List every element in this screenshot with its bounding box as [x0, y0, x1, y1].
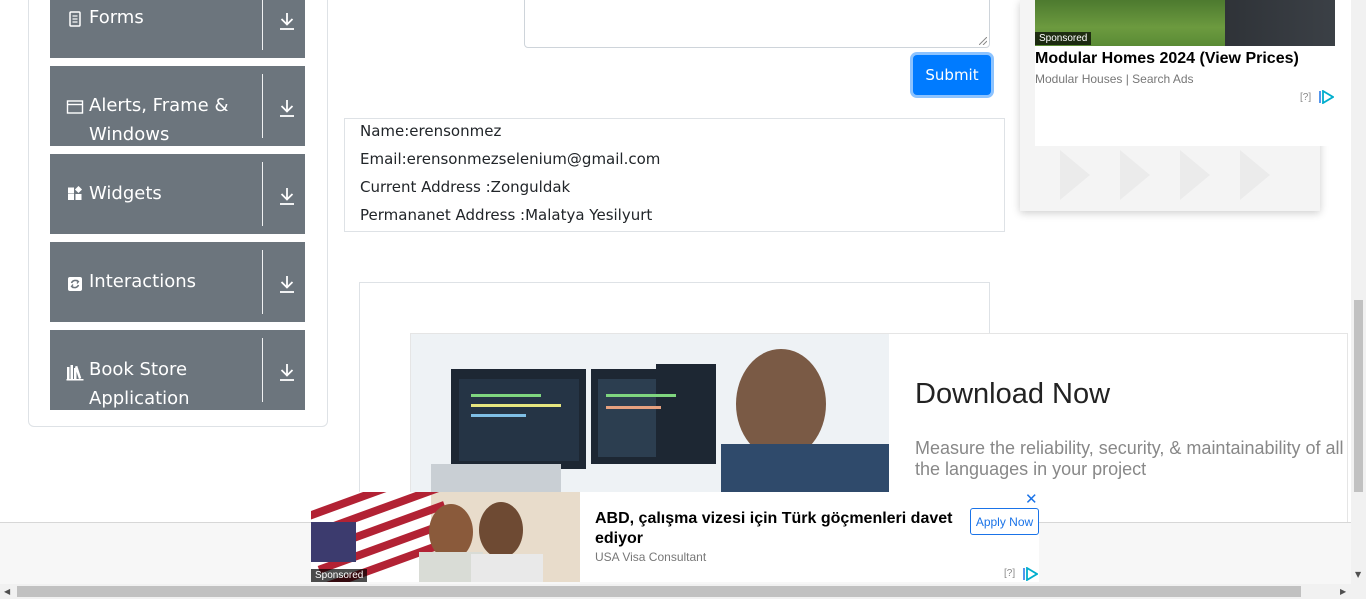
output-name: Name:erensonmez [360, 122, 502, 140]
sponsored-label: Sponsored [311, 569, 368, 582]
output-box: Name:erensonmez Email:erensonmezselenium… [344, 118, 1005, 232]
divider [262, 0, 263, 50]
download-icon[interactable] [278, 362, 296, 382]
widgets-icon [68, 186, 83, 200]
interactions-icon [68, 277, 82, 291]
download-icon[interactable] [278, 11, 296, 31]
sidebar-item-label: Book Store Application [89, 359, 190, 409]
ad-download-title[interactable]: Download Now [915, 378, 1110, 411]
books-icon [66, 365, 84, 381]
download-icon[interactable] [278, 98, 296, 118]
ad-right-title[interactable]: Modular Homes 2024 (View Prices) [1035, 50, 1299, 68]
sidebar-item-label: Interactions [89, 271, 197, 292]
permanent-address-textarea[interactable] [524, 0, 990, 48]
output-permanent-address: Permananet Address :Malatya Yesilyurt [360, 206, 653, 224]
adchoice-label[interactable]: [?] [1300, 92, 1311, 103]
adchoices-icon[interactable] [1318, 90, 1334, 104]
close-icon[interactable]: ✕ [1025, 492, 1038, 508]
scroll-right-arrow-icon[interactable]: ▶ [1340, 588, 1346, 596]
ad-download-description: Measure the reliability, security, & mai… [915, 438, 1344, 479]
download-icon[interactable] [278, 186, 296, 206]
vertical-scroll-thumb[interactable] [1354, 300, 1363, 492]
scroll-down-arrow-icon[interactable]: ▼ [1355, 571, 1361, 579]
divider [262, 338, 263, 402]
sidebar-item-label: Forms [89, 7, 144, 28]
apply-now-button[interactable]: Apply Now [970, 508, 1039, 535]
resize-grip-icon[interactable] [979, 37, 987, 45]
horizontal-scrollbar[interactable]: ◀ ▶ [0, 584, 1366, 599]
ad-bottom-source[interactable]: USA Visa Consultant [595, 550, 706, 564]
sidebar-item-label: Alerts, Frame & Windows [89, 95, 229, 145]
adchoices-icon[interactable] [1022, 567, 1038, 581]
divider [262, 74, 263, 138]
sidebar-item-widgets[interactable]: Widgets [50, 154, 305, 234]
sidebar-item-forms[interactable]: Forms [50, 0, 305, 58]
sidebar-item-interactions[interactable]: Interactions [50, 242, 305, 322]
scroll-left-arrow-icon[interactable]: ◀ [4, 588, 10, 596]
horizontal-scroll-thumb[interactable] [17, 586, 1301, 597]
download-icon[interactable] [278, 274, 296, 294]
adchoice-label[interactable]: [?] [1004, 568, 1015, 579]
divider [262, 162, 263, 226]
vertical-scrollbar[interactable]: ▼ [1351, 0, 1366, 584]
sidebar-item-book-store[interactable]: Book Store Application [50, 330, 305, 410]
house-image [1225, 0, 1335, 46]
sidebar-item-alerts-frame-windows[interactable]: Alerts, Frame & Windows [50, 66, 305, 146]
divider [262, 250, 263, 314]
ad-right-source[interactable]: Modular Houses | Search Ads [1035, 72, 1194, 86]
sponsored-label: Sponsored [1035, 32, 1092, 45]
output-email: Email:erensonmezselenium@gmail.com [360, 150, 661, 168]
submit-button[interactable]: Submit [913, 55, 991, 95]
document-icon [69, 11, 81, 27]
ad-bottom-banner[interactable]: Sponsored ABD, çalışma vizesi için Türk … [311, 492, 1039, 582]
sidebar-item-label: Widgets [89, 183, 162, 204]
output-current-address: Current Address :Zonguldak [360, 178, 571, 196]
ad-bottom-title[interactable]: ABD, çalışma vizesi için Türk göçmenleri… [595, 509, 965, 549]
window-icon [66, 100, 84, 114]
